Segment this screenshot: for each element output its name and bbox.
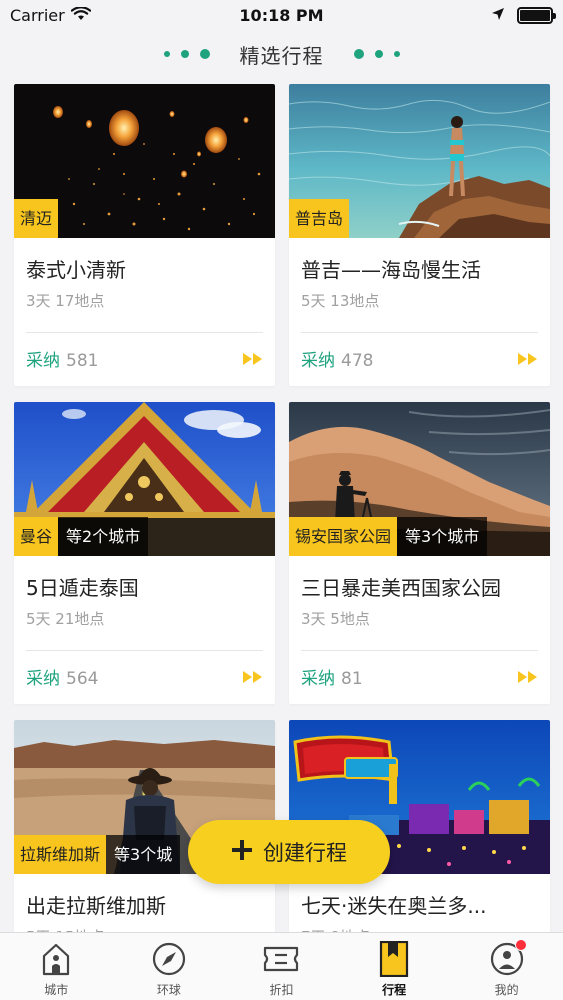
location-arrow-icon [491, 6, 505, 25]
card-title: 普吉——海岛慢生活 [301, 258, 481, 282]
location-tags: 拉斯维加斯 等3个城 [14, 835, 181, 874]
location-tags: 曼谷 等2个城市 [14, 517, 149, 556]
adopt-count: 478 [341, 351, 374, 371]
divider [26, 650, 263, 651]
tab-itinerary[interactable]: 行程 [349, 941, 439, 998]
card-meta: 3天 17地点 [26, 292, 105, 310]
adopt-count: 81 [341, 669, 363, 689]
location-tags: 清迈 [14, 199, 59, 238]
create-itinerary-button[interactable]: 创建行程 [188, 820, 390, 884]
wifi-icon [70, 5, 92, 25]
tab-city[interactable]: 城市 [11, 941, 101, 998]
bookmark-icon [376, 941, 412, 977]
compass-icon [151, 941, 187, 977]
card-footer: 采纳 81 [301, 664, 538, 689]
location-tags: 锡安国家公园 等3个城市 [289, 517, 488, 556]
divider [26, 332, 263, 333]
tab-discount[interactable]: 折扣 [236, 941, 326, 998]
canyon-image: 锡安国家公园 等3个城市 [289, 402, 550, 556]
section-title: 精选行程 [239, 43, 324, 68]
tab-label: 环球 [156, 983, 181, 997]
status-bar: Carrier 10:18 PM [0, 0, 563, 30]
card-footer: 采纳 581 [26, 346, 263, 371]
profile-icon [489, 939, 527, 977]
adopt-label: 采纳 [301, 351, 335, 371]
carrier-label: Carrier [10, 5, 65, 25]
card-title: 三日暴走美西国家公园 [301, 576, 501, 600]
city-tag: 锡安国家公园 [289, 517, 398, 556]
fast-forward-icon[interactable] [243, 352, 263, 365]
card-title: 5日遁走泰国 [26, 576, 139, 600]
sky-lanterns-image: 清迈 [14, 84, 275, 238]
itinerary-card[interactable]: 普吉岛 普吉——海岛慢生活 5天 13地点 采纳 478 [289, 84, 550, 386]
adopt-stat: 采纳 478 [301, 346, 373, 371]
itinerary-card[interactable]: 清迈 泰式小清新 3天 17地点 采纳 581 [14, 84, 275, 386]
left-dots-decoration [163, 49, 210, 59]
ticket-icon [263, 941, 299, 977]
battery-icon [517, 6, 556, 24]
adopt-stat: 采纳 581 [26, 346, 98, 371]
adopt-count: 564 [66, 669, 99, 689]
fast-forward-icon[interactable] [518, 670, 538, 683]
adopt-label: 采纳 [301, 669, 335, 689]
more-cities-tag: 等3个城市 [397, 517, 488, 556]
itinerary-card[interactable]: 锡安国家公园 等3个城市 三日暴走美西国家公园 3天 5地点 采纳 81 [289, 402, 550, 704]
card-footer: 采纳 478 [301, 346, 538, 371]
card-footer: 采纳 564 [26, 664, 263, 689]
city-tag: 清迈 [14, 199, 59, 238]
plus-icon [231, 837, 253, 867]
itinerary-card[interactable]: 曼谷 等2个城市 5日遁走泰国 5天 21地点 采纳 564 [14, 402, 275, 704]
city-tag: 普吉岛 [289, 199, 350, 238]
city-tag: 曼谷 [14, 517, 59, 556]
more-cities-tag: 等2个城市 [58, 517, 149, 556]
tab-label: 行程 [382, 983, 407, 997]
tab-bar: 城市 环球 折扣 行程 我的 [0, 932, 563, 1000]
divider [301, 332, 538, 333]
create-button-label: 创建行程 [263, 841, 347, 865]
adopt-label: 采纳 [26, 351, 60, 371]
adopt-stat: 采纳 81 [301, 664, 363, 689]
status-left: Carrier [10, 5, 92, 25]
status-right [491, 6, 556, 25]
fast-forward-icon[interactable] [518, 352, 538, 365]
tab-label: 城市 [44, 983, 69, 997]
tab-label: 我的 [494, 983, 519, 997]
city-icon [38, 941, 74, 977]
adopt-stat: 采纳 564 [26, 664, 98, 689]
temple-image: 曼谷 等2个城市 [14, 402, 275, 556]
section-header: 精选行程 [0, 34, 563, 74]
adopt-count: 581 [66, 351, 99, 371]
divider [301, 650, 538, 651]
tab-global[interactable]: 环球 [124, 941, 214, 998]
tab-me[interactable]: 我的 [462, 939, 552, 998]
card-title: 泰式小清新 [26, 258, 126, 282]
fast-forward-icon[interactable] [243, 670, 263, 683]
beach-image: 普吉岛 [289, 84, 550, 238]
location-tags: 普吉岛 [289, 199, 350, 238]
adopt-label: 采纳 [26, 669, 60, 689]
card-title: 七天·迷失在奥兰多... [301, 894, 487, 918]
card-meta: 5天 13地点 [301, 292, 380, 310]
notification-badge [514, 939, 527, 951]
card-meta: 3天 5地点 [301, 610, 370, 628]
tab-label: 折扣 [269, 983, 294, 997]
card-meta: 5天 21地点 [26, 610, 105, 628]
right-dots-decoration [353, 49, 400, 59]
card-title: 出走拉斯维加斯 [26, 894, 166, 918]
more-cities-tag: 等3个城 [106, 835, 181, 874]
city-tag: 拉斯维加斯 [14, 835, 107, 874]
